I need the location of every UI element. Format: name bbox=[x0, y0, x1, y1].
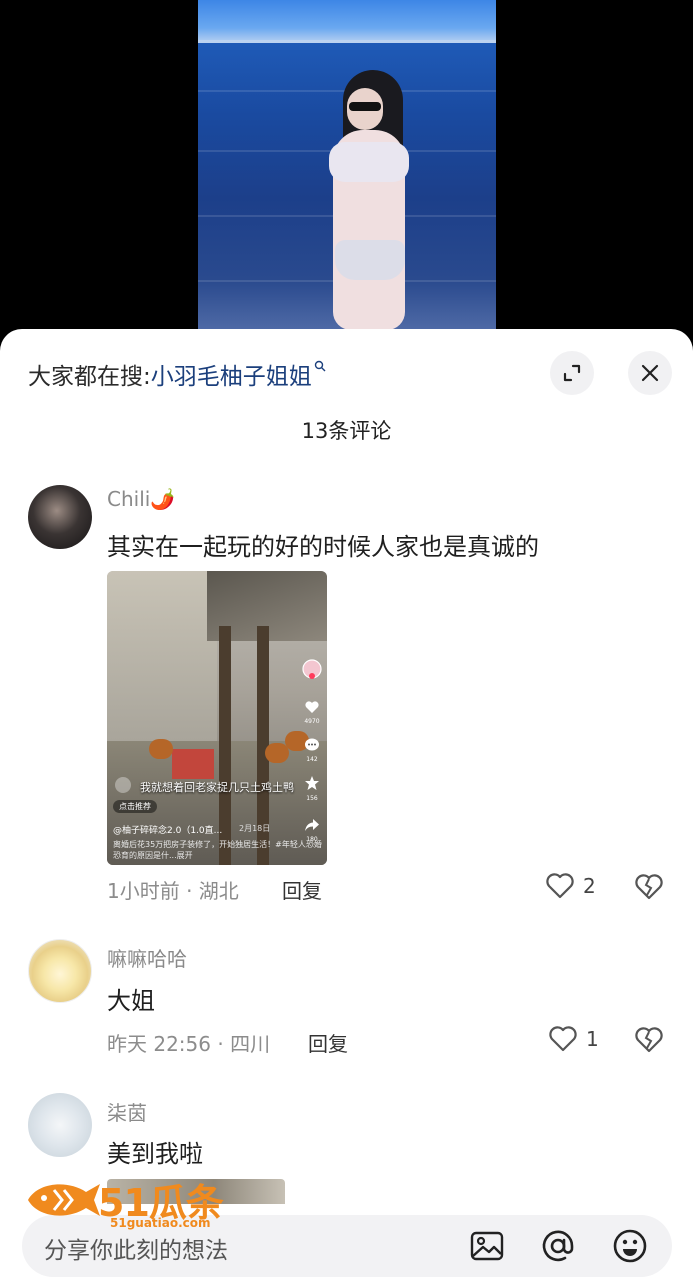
avatar[interactable] bbox=[28, 485, 92, 549]
video-horizon bbox=[198, 40, 496, 43]
comment-text: 其实在一起玩的好的时候人家也是真诚的 bbox=[107, 533, 539, 561]
subject-top bbox=[329, 142, 409, 182]
comments-sheet: 大家都在搜:小羽毛柚子姐姐 13条评论 Chili🌶️ 其实在一起玩的好的时候人… bbox=[0, 329, 693, 1280]
site-watermark-logo: 51瓜条 51guatiao.com bbox=[24, 1172, 244, 1232]
comment-image-like-count: 4970 bbox=[304, 718, 320, 725]
expand-button[interactable] bbox=[550, 351, 594, 395]
trending-search-term[interactable]: 小羽毛柚子姐姐 bbox=[151, 364, 312, 390]
heart-icon bbox=[549, 1026, 577, 1052]
expand-icon bbox=[563, 364, 581, 382]
like-button[interactable]: 2 bbox=[545, 872, 596, 900]
comments-count-title: 13条评论 bbox=[301, 419, 392, 443]
share-icon bbox=[305, 819, 319, 831]
comment-username[interactable]: 柒茵 bbox=[107, 1097, 147, 1126]
at-icon bbox=[542, 1230, 574, 1262]
comment-meta: 昨天 22:56 · 四川 bbox=[107, 1032, 271, 1056]
comment-image-wall bbox=[107, 571, 217, 741]
avatar[interactable] bbox=[28, 939, 92, 1003]
comment-image-chicken bbox=[149, 739, 173, 759]
trending-search-prefix: 大家都在搜: bbox=[28, 364, 151, 390]
close-icon bbox=[641, 364, 659, 382]
subject-sunglasses bbox=[349, 102, 381, 111]
comment-image-pill: 点击推荐 bbox=[113, 800, 157, 813]
comment-image-favorite: 156 bbox=[301, 775, 323, 802]
comment-image-avatar bbox=[301, 659, 323, 683]
watermark-domain: 51guatiao.com bbox=[110, 1216, 211, 1230]
screen: 大家都在搜:小羽毛柚子姐姐 13条评论 Chili🌶️ 其实在一起玩的好的时候人… bbox=[0, 0, 693, 1280]
comment-image[interactable]: 我就想着回老家捉几只土鸡土鸭 点击推荐 @柚子碎碎念2.0（1.0直... 2月… bbox=[107, 571, 327, 865]
search-mini-icon bbox=[314, 360, 326, 372]
reply-button[interactable]: 回复 bbox=[282, 875, 322, 904]
video-sky bbox=[198, 0, 496, 40]
emoji-button[interactable] bbox=[611, 1227, 649, 1265]
broken-heart-icon[interactable] bbox=[634, 1026, 664, 1054]
mention-button[interactable] bbox=[539, 1227, 577, 1265]
star-icon bbox=[305, 776, 319, 790]
comment-bubble-icon bbox=[305, 738, 319, 751]
comment-image-share-count: 180 bbox=[306, 836, 318, 843]
broken-heart-icon[interactable] bbox=[634, 873, 664, 901]
comment-image-comment: 142 bbox=[301, 737, 323, 763]
subject-bottom bbox=[335, 240, 405, 280]
heart-icon bbox=[546, 873, 574, 899]
like-count: 2 bbox=[583, 874, 596, 898]
comment-image-crate bbox=[172, 749, 214, 779]
video-player[interactable] bbox=[0, 0, 693, 330]
like-button[interactable]: 1 bbox=[548, 1025, 599, 1053]
comment-image-share: 180 bbox=[301, 817, 323, 843]
trending-search[interactable]: 大家都在搜:小羽毛柚子姐姐 bbox=[28, 357, 326, 391]
emoji-icon bbox=[613, 1229, 647, 1263]
comment-input-placeholder: 分享你此刻的想法 bbox=[44, 1238, 228, 1264]
comment-image-date: 2月18日 bbox=[239, 824, 271, 833]
comment-username[interactable]: 嘛嘛哈哈 bbox=[107, 943, 187, 972]
comment-image-author: @柚子碎碎念2.0（1.0直... bbox=[113, 826, 223, 836]
like-count: 1 bbox=[586, 1027, 599, 1051]
comment-username[interactable]: Chili🌶️ bbox=[107, 487, 175, 511]
profile-icon bbox=[302, 659, 322, 679]
close-button[interactable] bbox=[628, 351, 672, 395]
reply-button[interactable]: 回复 bbox=[308, 1028, 348, 1057]
avatar[interactable] bbox=[28, 1093, 92, 1157]
image-icon bbox=[470, 1231, 504, 1261]
comment-image-favorite-count: 156 bbox=[306, 795, 318, 802]
comment-image-like: 4970 bbox=[301, 699, 323, 725]
image-button[interactable] bbox=[468, 1227, 506, 1265]
comment-image-description: 离婚后花35万把房子装修了，开始独居生活！#年轻人恐婚恐育的原因是什...展开 bbox=[113, 840, 322, 860]
heart-icon bbox=[305, 701, 319, 713]
comment-meta: 1小时前 · 湖北 bbox=[107, 879, 239, 903]
comment-image-caption: 我就想着回老家捉几只土鸡土鸭 bbox=[140, 781, 294, 794]
comment-image-comment-count: 142 bbox=[306, 756, 318, 763]
comment-text: 美到我啦 bbox=[107, 1140, 203, 1168]
fish-logo-icon bbox=[28, 1184, 100, 1216]
comment-text: 大姐 bbox=[107, 987, 155, 1015]
